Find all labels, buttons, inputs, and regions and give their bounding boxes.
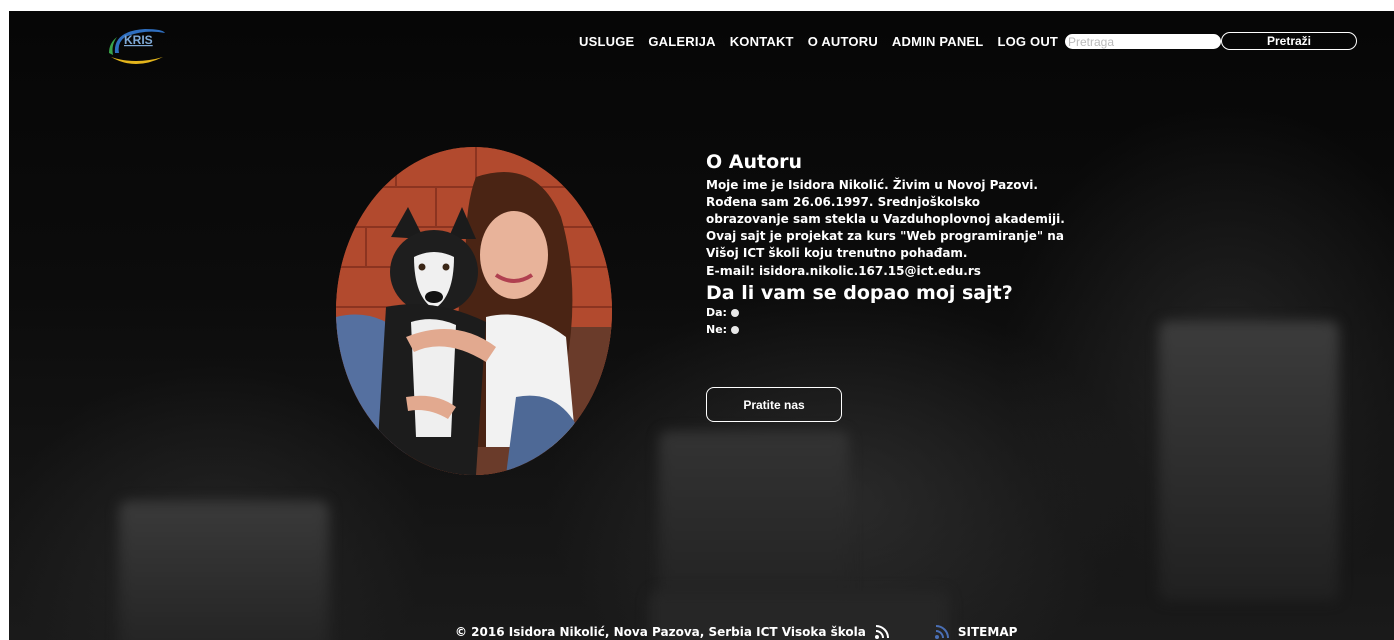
email-label: E-mail: xyxy=(706,263,755,278)
follow-button[interactable]: Pratite nas xyxy=(706,387,842,422)
nav-kontakt[interactable]: KONTAKT xyxy=(730,34,794,49)
poll-option-ne: Ne: xyxy=(706,321,1076,338)
rss-icon[interactable] xyxy=(874,624,890,640)
about-section: O Autoru Moje ime je Isidora Nikolić. Ži… xyxy=(706,151,1076,338)
main-nav: USLUGE GALERIJA KONTAKT O AUTORU ADMIN P… xyxy=(579,34,1058,49)
about-bio: Moje ime je Isidora Nikolić. Živim u Nov… xyxy=(706,177,1066,280)
copyright-text: © 2016 Isidora Nikolić, Nova Pazova, Ser… xyxy=(455,625,866,639)
email-line: E-mail: isidora.nikolic.167.15@ict.edu.r… xyxy=(706,263,981,278)
poll-question: Da li vam se dopao moj sajt? xyxy=(706,282,1013,304)
site-logo[interactable]: KRIS xyxy=(105,23,167,69)
poll-option-da: Da: xyxy=(706,304,1076,321)
background-block xyxy=(119,501,329,640)
nav-log-out[interactable]: LOG OUT xyxy=(997,34,1058,49)
poll-radio-ne[interactable] xyxy=(731,325,740,334)
search-button[interactable]: Pretraži xyxy=(1221,32,1357,50)
email-value[interactable]: isidora.nikolic.167.15@ict.edu.rs xyxy=(759,264,981,278)
background-block xyxy=(1159,321,1339,601)
footer: © 2016 Isidora Nikolić, Nova Pazova, Ser… xyxy=(455,624,1017,640)
about-bio-text: Moje ime je Isidora Nikolić. Živim u Nov… xyxy=(706,178,1065,260)
nav-admin-panel[interactable]: ADMIN PANEL xyxy=(892,34,984,49)
poll-option-label: Da: xyxy=(706,306,727,319)
poll-option-label: Ne: xyxy=(706,323,728,336)
poll-radio-da[interactable] xyxy=(730,308,739,317)
page-background: KRIS USLUGE GALERIJA KONTAKT O AUTORU AD… xyxy=(9,11,1394,640)
search-input[interactable] xyxy=(1065,34,1221,49)
nav-usluge[interactable]: USLUGE xyxy=(579,34,634,49)
author-photo xyxy=(336,147,612,475)
sitemap-link[interactable]: SITEMAP xyxy=(958,625,1018,639)
rss-icon[interactable] xyxy=(934,624,950,640)
about-title: O Autoru xyxy=(706,151,803,173)
nav-o-autoru[interactable]: O AUTORU xyxy=(808,34,878,49)
logo-text: KRIS xyxy=(124,33,153,47)
nav-galerija[interactable]: GALERIJA xyxy=(648,34,715,49)
